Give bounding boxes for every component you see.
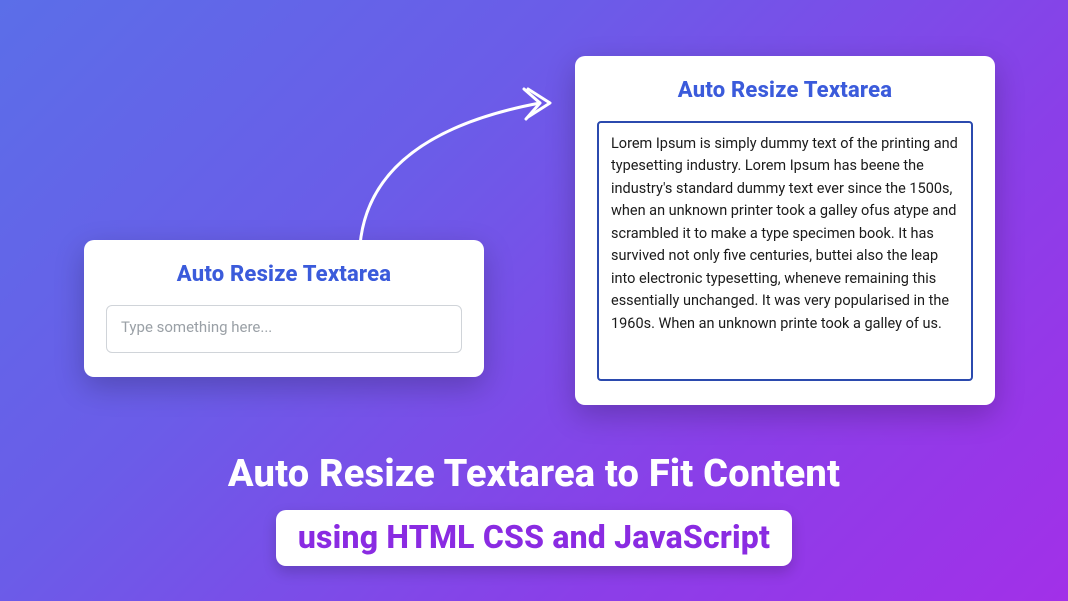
card-title-filled: Auto Resize Textarea: [597, 78, 973, 103]
demo-card-filled: Auto Resize Textarea Lorem Ipsum is simp…: [575, 56, 995, 405]
demo-card-empty: Auto Resize Textarea: [84, 240, 484, 377]
headline-line1: Auto Resize Textarea to Fit Content: [40, 452, 1028, 496]
textarea-filled[interactable]: Lorem Ipsum is simply dummy text of the …: [597, 121, 973, 381]
card-title-empty: Auto Resize Textarea: [106, 262, 462, 287]
textarea-empty[interactable]: [106, 305, 462, 353]
headline-badge: using HTML CSS and JavaScript: [276, 510, 792, 566]
headline: Auto Resize Textarea to Fit Content usin…: [0, 452, 1068, 566]
